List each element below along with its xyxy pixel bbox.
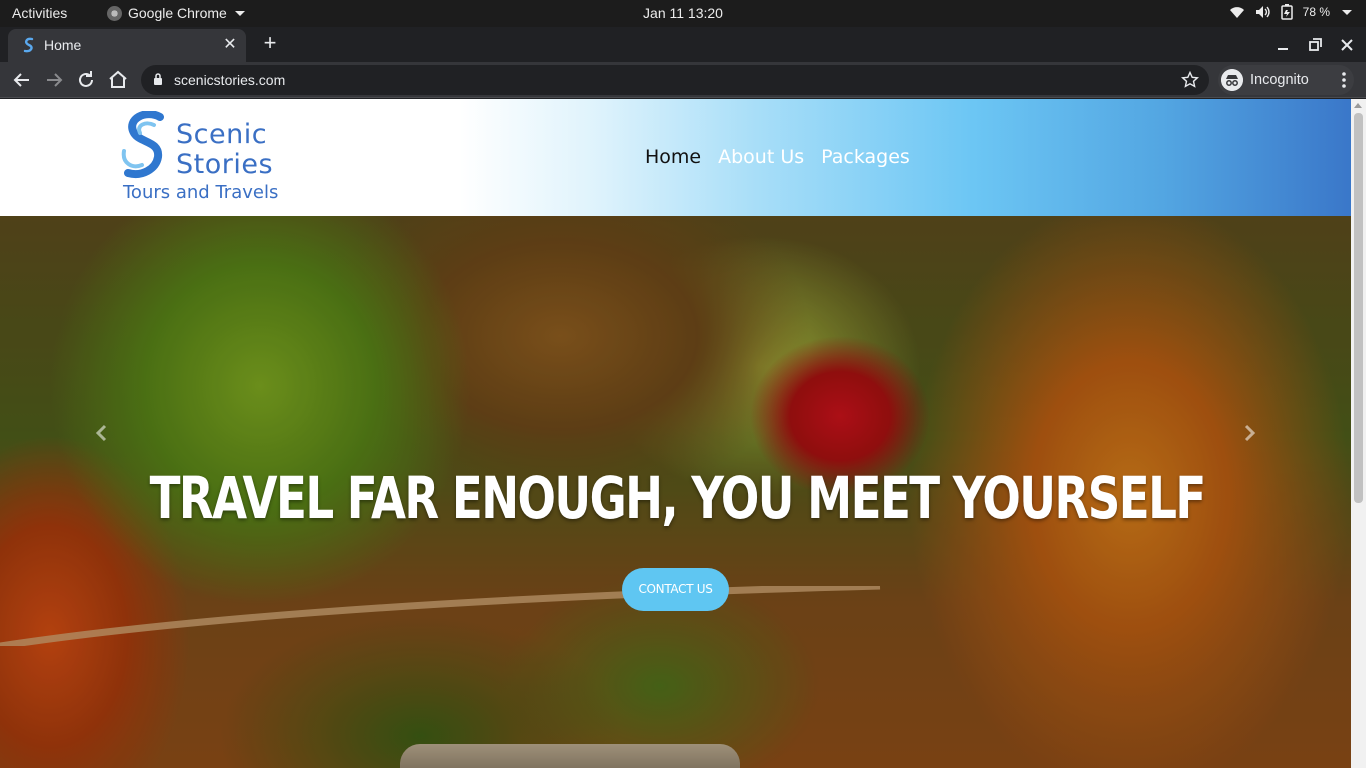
dropdown-caret-icon [234,10,245,16]
tab-title: Home [44,37,82,53]
wifi-icon [1229,7,1244,18]
brand-name-line1: Scenic [176,119,268,150]
back-icon[interactable] [10,68,34,92]
close-window-icon[interactable] [1337,35,1357,55]
close-tab-icon[interactable]: ✕ [222,37,238,53]
brand-tagline: Tours and Travels [123,182,279,203]
app-name: Google Chrome [128,5,227,21]
browser-toolbar: scenicstories.com Incognito [0,62,1366,98]
contact-us-button[interactable]: CONTACT US [622,568,729,611]
incognito-icon [1221,69,1243,91]
restore-icon[interactable] [1305,35,1325,55]
kebab-menu-icon[interactable] [1336,69,1352,91]
nav-packages[interactable]: Packages [821,146,910,168]
tab-strip: Home ✕ + [0,27,1366,62]
dropdown-caret-icon [1342,9,1352,15]
address-bar[interactable]: scenicstories.com [141,65,1209,95]
new-tab-button[interactable]: + [258,32,282,56]
home-icon[interactable] [106,68,130,92]
tab-home[interactable]: Home ✕ [8,29,246,62]
system-top-bar: Activities Google Chrome Jan 11 13:20 78… [0,0,1366,27]
site-header: Scenic Stories Tours and Travels Home Ab… [0,99,1351,216]
minimize-icon[interactable] [1273,35,1293,55]
incognito-profile-button[interactable]: Incognito [1218,65,1354,95]
reload-icon[interactable] [74,68,98,92]
activities-button[interactable]: Activities [12,5,67,21]
system-tray[interactable]: 78 % [1229,4,1352,20]
hero-headline: TRAVEL FAR ENOUGH, YOU MEET YOURSELF [149,464,1207,532]
site-favicon-icon [23,37,34,53]
site-logo[interactable]: Scenic Stories Tours and Travels [120,111,280,206]
volume-icon [1255,6,1270,18]
app-menu[interactable]: Google Chrome [107,5,245,21]
scroll-up-icon[interactable] [1354,103,1362,108]
page-scrollbar[interactable] [1351,99,1366,768]
battery-icon [1280,4,1293,20]
hero-carousel: TRAVEL FAR ENOUGH, YOU MEET YOURSELF CON… [0,216,1351,768]
forward-icon[interactable] [42,68,66,92]
nav-home[interactable]: Home [645,146,701,168]
battery-percent: 78 % [1302,5,1330,19]
logo-swirl-icon [121,111,164,178]
profile-label: Incognito [1250,72,1309,88]
chevron-right-icon[interactable] [1237,421,1261,445]
scrollbar-thumb[interactable] [1354,113,1363,503]
chevron-left-icon[interactable] [90,421,114,445]
nav-about-us[interactable]: About Us [718,146,804,168]
main-nav: Home About Us Packages [645,146,910,168]
lock-icon [154,73,162,85]
chrome-icon [107,5,122,21]
page-viewport: Scenic Stories Tours and Travels Home Ab… [0,99,1366,768]
star-icon[interactable] [1181,71,1199,89]
brand-name-line2: Stories [176,149,274,180]
url-text[interactable]: scenicstories.com [174,72,285,88]
